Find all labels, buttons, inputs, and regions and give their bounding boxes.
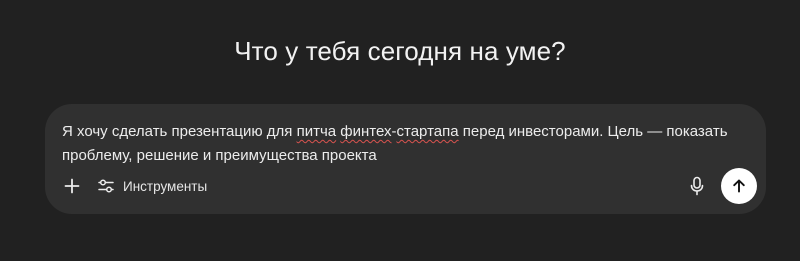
misspelled-word: питча <box>296 123 337 140</box>
microphone-icon <box>690 176 704 196</box>
composer-toolbar: Инструменты <box>61 172 207 200</box>
add-attachment-button[interactable] <box>61 175 83 197</box>
voice-input-button[interactable] <box>686 175 708 197</box>
misspelled-word: стартапа <box>396 123 459 140</box>
prompt-input[interactable]: Я хочу сделать презентацию для питча фин… <box>62 120 752 168</box>
sliders-icon <box>98 179 114 193</box>
page-title: Что у тебя сегодня на уме? <box>234 36 566 66</box>
tools-button[interactable]: Инструменты <box>97 172 207 200</box>
send-button[interactable] <box>721 168 757 204</box>
prompt-composer: Я хочу сделать презентацию для питча фин… <box>45 104 766 214</box>
plus-icon <box>64 178 80 194</box>
arrow-up-icon <box>733 179 745 193</box>
prompt-text-part: Я хочу сделать презентацию для <box>62 123 297 140</box>
tools-label: Инструменты <box>123 178 208 194</box>
misspelled-word: финтех <box>340 123 392 140</box>
chat-home: Что у тебя сегодня на уме? Я хочу сделат… <box>0 0 800 261</box>
